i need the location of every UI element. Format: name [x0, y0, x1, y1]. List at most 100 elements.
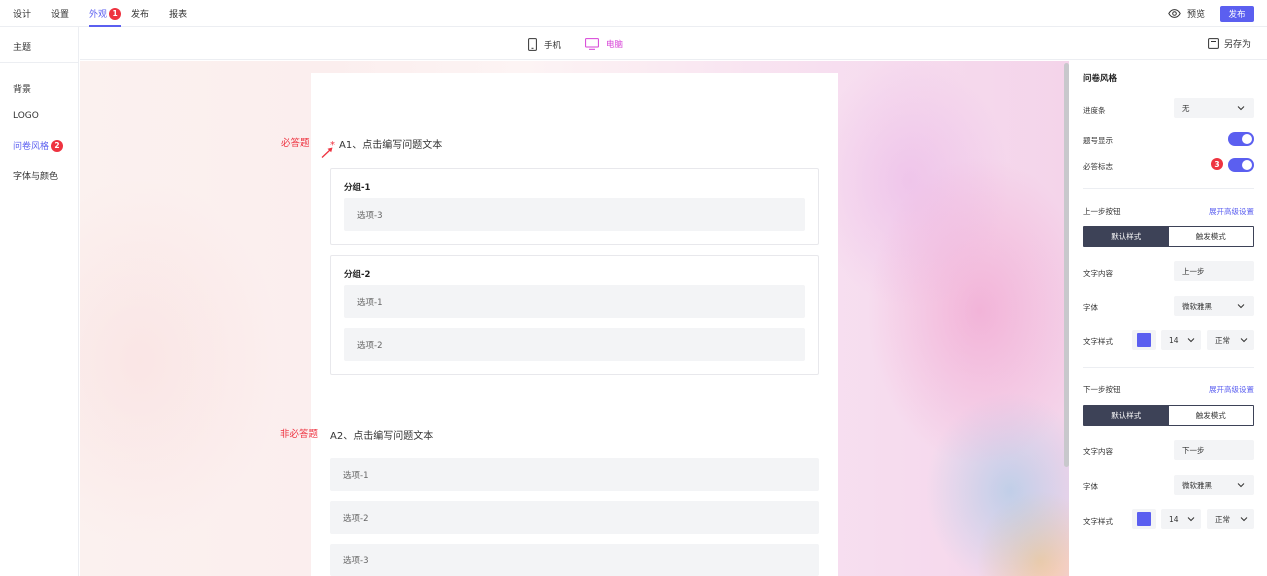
prev-mode-tabs: 默认样式 触发模式 — [1083, 226, 1254, 247]
prev-font-label: 字体 — [1083, 303, 1098, 312]
prev-size-value: 14 — [1169, 335, 1179, 345]
prev-advanced-link[interactable]: 展开高级设置 — [1209, 206, 1254, 217]
next-heading: 下一步按钮 — [1083, 385, 1121, 394]
nav-design[interactable]: 设计 — [13, 0, 31, 27]
question-title-a1[interactable]: * A1、点击编写问题文本 — [330, 136, 442, 151]
phone-icon — [528, 38, 537, 51]
prev-style-label: 文字样式 — [1083, 337, 1113, 346]
prev-weight-value: 正常 — [1215, 335, 1230, 345]
device-toolbar: 手机 电脑 另存为 — [80, 27, 1267, 60]
next-font-label: 字体 — [1083, 482, 1098, 491]
group-title: 分组-2 — [344, 270, 371, 280]
option-group-2: 分组-2 选项-1 选项-2 — [330, 255, 819, 375]
chevron-down-icon — [1237, 483, 1245, 488]
next-mode-tabs: 默认样式 触发模式 — [1083, 405, 1254, 426]
progress-value: 无 — [1182, 103, 1190, 113]
next-text-input[interactable]: 下一步 — [1174, 440, 1254, 460]
nav-reports[interactable]: 报表 — [169, 0, 187, 27]
panel-divider — [1083, 367, 1254, 368]
save-icon — [1208, 38, 1219, 49]
sidebar-item-font-color[interactable]: 字体与颜色 — [13, 169, 58, 182]
tab-trigger-mode[interactable]: 触发模式 — [1168, 227, 1253, 246]
next-size-value: 14 — [1169, 514, 1179, 524]
top-bar: 设计 设置 外观 1 发布 报表 预览 发布 — [0, 0, 1267, 27]
tab-default-style[interactable]: 默认样式 — [1084, 227, 1169, 246]
question-title-a2[interactable]: A2、点击编写问题文本 — [330, 427, 433, 442]
top-nav: 设计 设置 外观 1 发布 报表 — [13, 0, 207, 27]
publish-button[interactable]: 发布 — [1220, 6, 1254, 22]
chevron-down-icon — [1237, 304, 1245, 309]
required-mark-label: 必答标志 — [1083, 162, 1113, 171]
next-color-swatch — [1137, 512, 1151, 526]
save-as-button[interactable]: 另存为 — [1208, 37, 1251, 50]
prev-text-label: 文字内容 — [1083, 269, 1113, 278]
panel-badge: 3 — [1211, 158, 1223, 170]
chevron-down-icon — [1237, 106, 1245, 111]
nav-badge: 1 — [109, 7, 122, 20]
device-mobile[interactable]: 手机 — [528, 38, 561, 51]
sidebar-item-background[interactable]: 背景 — [13, 82, 31, 95]
device-desktop-label: 电脑 — [606, 40, 624, 50]
next-font-value: 微软雅黑 — [1182, 480, 1212, 490]
prev-color-swatch — [1137, 333, 1151, 347]
sidebar-badge: 2 — [51, 139, 64, 152]
required-mark-toggle[interactable] — [1228, 158, 1254, 172]
option-group-1: 分组-1 选项-3 — [330, 168, 819, 245]
next-font-select[interactable]: 微软雅黑 — [1174, 475, 1254, 495]
device-desktop[interactable]: 电脑 — [585, 38, 623, 50]
tab-trigger-mode[interactable]: 触发模式 — [1168, 406, 1253, 425]
next-style-label: 文字样式 — [1083, 517, 1113, 526]
next-text-label: 文字内容 — [1083, 447, 1113, 456]
prev-size-select[interactable]: 14 — [1161, 330, 1201, 350]
theme-sidebar: 主题 背景 LOGO 问卷风格 2 字体与颜色 — [0, 27, 79, 576]
monitor-icon — [585, 38, 599, 50]
progress-select[interactable]: 无 — [1174, 98, 1254, 118]
chevron-down-icon — [1240, 517, 1248, 522]
prev-weight-select[interactable]: 正常 — [1207, 330, 1254, 350]
required-star: * — [330, 140, 335, 151]
group-title: 分组-1 — [344, 183, 371, 193]
sidebar-item-label: 问卷风格 — [13, 142, 50, 152]
prev-text-input[interactable]: 上一步 — [1174, 261, 1254, 281]
option-item[interactable]: 选项-3 — [330, 544, 819, 576]
option-item[interactable]: 选项-2 — [330, 501, 819, 534]
nav-appearance[interactable]: 外观 1 — [89, 0, 122, 27]
next-advanced-link[interactable]: 展开高级设置 — [1209, 384, 1254, 395]
chevron-down-icon — [1187, 517, 1195, 522]
next-weight-value: 正常 — [1215, 514, 1230, 524]
next-size-select[interactable]: 14 — [1161, 509, 1201, 529]
option-item[interactable]: 选项-2 — [344, 328, 805, 361]
panel-title: 问卷风格 — [1083, 74, 1118, 84]
number-label: 题号显示 — [1083, 136, 1113, 145]
progress-label: 进度条 — [1083, 106, 1106, 115]
sidebar-item-survey-style[interactable]: 问卷风格 2 — [13, 139, 64, 152]
number-toggle[interactable] — [1228, 132, 1254, 146]
optional-annotation: 非必答题 — [280, 429, 319, 440]
canvas-scrollbar[interactable] — [1064, 63, 1069, 467]
option-item[interactable]: 选项-1 — [344, 285, 805, 318]
sidebar-item-logo[interactable]: LOGO — [13, 111, 39, 121]
nav-publish[interactable]: 发布 — [131, 0, 149, 27]
question-text: A1、点击编写问题文本 — [339, 140, 443, 151]
prev-font-value: 微软雅黑 — [1182, 301, 1212, 311]
nav-appearance-label: 外观 — [89, 10, 108, 20]
chevron-down-icon — [1240, 338, 1248, 343]
sidebar-title: 主题 — [13, 43, 32, 53]
chevron-down-icon — [1187, 338, 1195, 343]
eye-icon — [1168, 9, 1181, 18]
style-panel: 问卷风格 进度条 无 题号显示 必答标志 3 上一步按钮 展开高级设置 默认样式… — [1070, 61, 1267, 576]
prev-heading: 上一步按钮 — [1083, 207, 1121, 216]
option-item[interactable]: 选项-3 — [344, 198, 805, 231]
nav-settings[interactable]: 设置 — [51, 0, 69, 27]
sidebar-divider — [0, 62, 79, 63]
prev-font-select[interactable]: 微软雅黑 — [1174, 296, 1254, 316]
save-as-label: 另存为 — [1224, 40, 1252, 50]
preview-label: 预览 — [1187, 10, 1206, 20]
device-mobile-label: 手机 — [544, 40, 562, 51]
option-item[interactable]: 选项-1 — [330, 458, 819, 491]
next-weight-select[interactable]: 正常 — [1207, 509, 1254, 529]
required-annotation: 必答题 — [281, 138, 310, 149]
panel-divider — [1083, 188, 1254, 189]
tab-default-style[interactable]: 默认样式 — [1084, 406, 1169, 425]
preview-button[interactable]: 预览 — [1168, 7, 1205, 20]
